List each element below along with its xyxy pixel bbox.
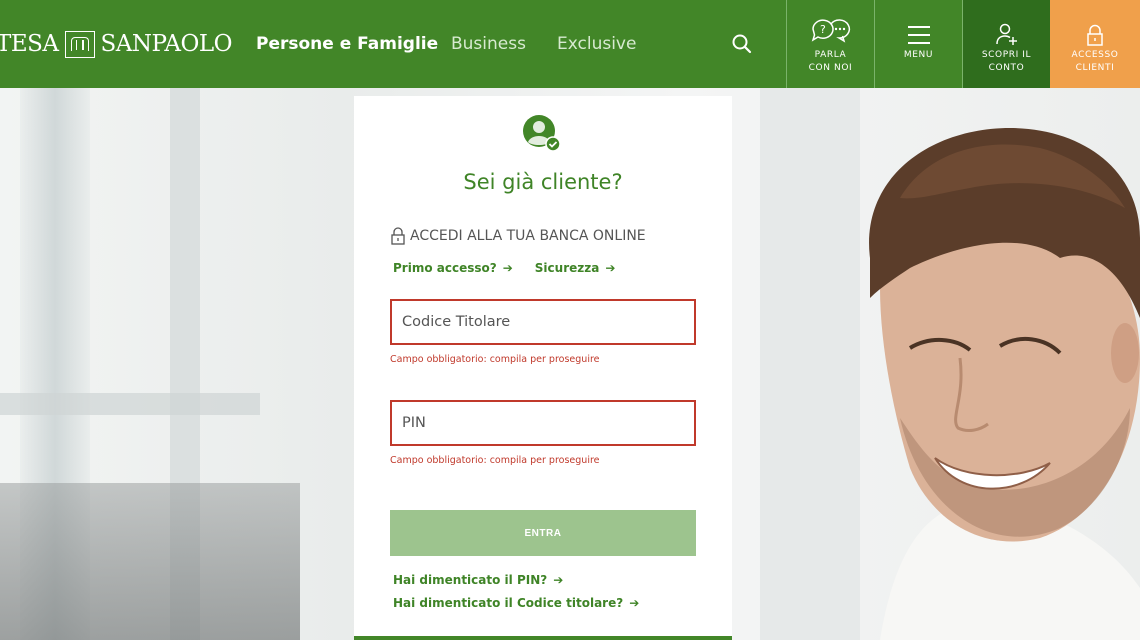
codice-error-message: Campo obbligatorio: compila per prosegui… — [390, 354, 600, 365]
section-label-text: ACCEDI ALLA TUA BANCA ONLINE — [410, 228, 646, 244]
logo-text-right: SANPAOLO — [100, 31, 233, 57]
scopri-label: SCOPRI IL CONTO — [981, 50, 1032, 73]
login-card: Sei già cliente? ACCEDI ALLA TUA BANCA O… — [354, 96, 732, 640]
pin-error-message: Campo obbligatorio: compila per prosegui… — [390, 455, 600, 466]
hamburger-icon — [907, 26, 930, 44]
help-links: Primo accesso? ➔ Sicurezza ➔ — [393, 261, 615, 275]
add-user-icon — [995, 23, 1017, 45]
pin-input[interactable] — [390, 400, 696, 446]
site-header: TESA SANPAOLO Persone e Famiglie Busines… — [0, 0, 1140, 88]
parla-con-noi-button[interactable]: ? PARLA CON NOI — [786, 0, 874, 88]
card-bottom-accent — [354, 636, 732, 640]
forgot-pin-link[interactable]: Hai dimenticato il PIN? ➔ — [393, 573, 563, 587]
logo-mark-icon — [64, 30, 95, 58]
accesso-clienti-button[interactable]: ACCESSO CLIENTI — [1050, 0, 1140, 88]
codice-titolare-input[interactable] — [390, 299, 696, 345]
logo-text-left: TESA — [0, 31, 59, 57]
lock-icon — [391, 227, 405, 245]
menu-button[interactable]: MENU — [874, 0, 962, 88]
accesso-label: ACCESSO CLIENTI — [1071, 50, 1119, 73]
smiling-man-image — [869, 128, 1140, 640]
nav-business[interactable]: Business — [451, 0, 526, 88]
menu-label: MENU — [903, 50, 934, 60]
search-icon — [732, 34, 752, 54]
nav-exclusive[interactable]: Exclusive — [557, 0, 636, 88]
nav-persone-e-famiglie[interactable]: Persone e Famiglie — [256, 0, 438, 88]
primo-accesso-link[interactable]: Primo accesso? ➔ — [393, 261, 513, 275]
arrow-right-icon: ➔ — [553, 573, 564, 587]
arrow-right-icon: ➔ — [605, 261, 616, 275]
login-title: Sei già cliente? — [463, 170, 623, 194]
entra-button[interactable]: ENTRA — [390, 510, 696, 556]
sicurezza-link[interactable]: Sicurezza ➔ — [535, 261, 616, 275]
user-check-icon — [523, 115, 561, 152]
arrow-right-icon: ➔ — [502, 261, 513, 275]
lock-icon — [1087, 24, 1103, 46]
chat-icon: ? — [811, 19, 850, 43]
svg-text:?: ? — [820, 23, 826, 36]
scopri-il-conto-button[interactable]: SCOPRI IL CONTO — [962, 0, 1050, 88]
parla-label: PARLA CON NOI — [808, 50, 853, 73]
arrow-right-icon: ➔ — [629, 596, 640, 610]
bank-logo[interactable]: TESA SANPAOLO — [0, 0, 232, 88]
forgot-codice-link[interactable]: Hai dimenticato il Codice titolare? ➔ — [393, 596, 639, 610]
online-banking-section-label: ACCEDI ALLA TUA BANCA ONLINE — [390, 227, 646, 245]
search-button[interactable] — [728, 30, 756, 58]
